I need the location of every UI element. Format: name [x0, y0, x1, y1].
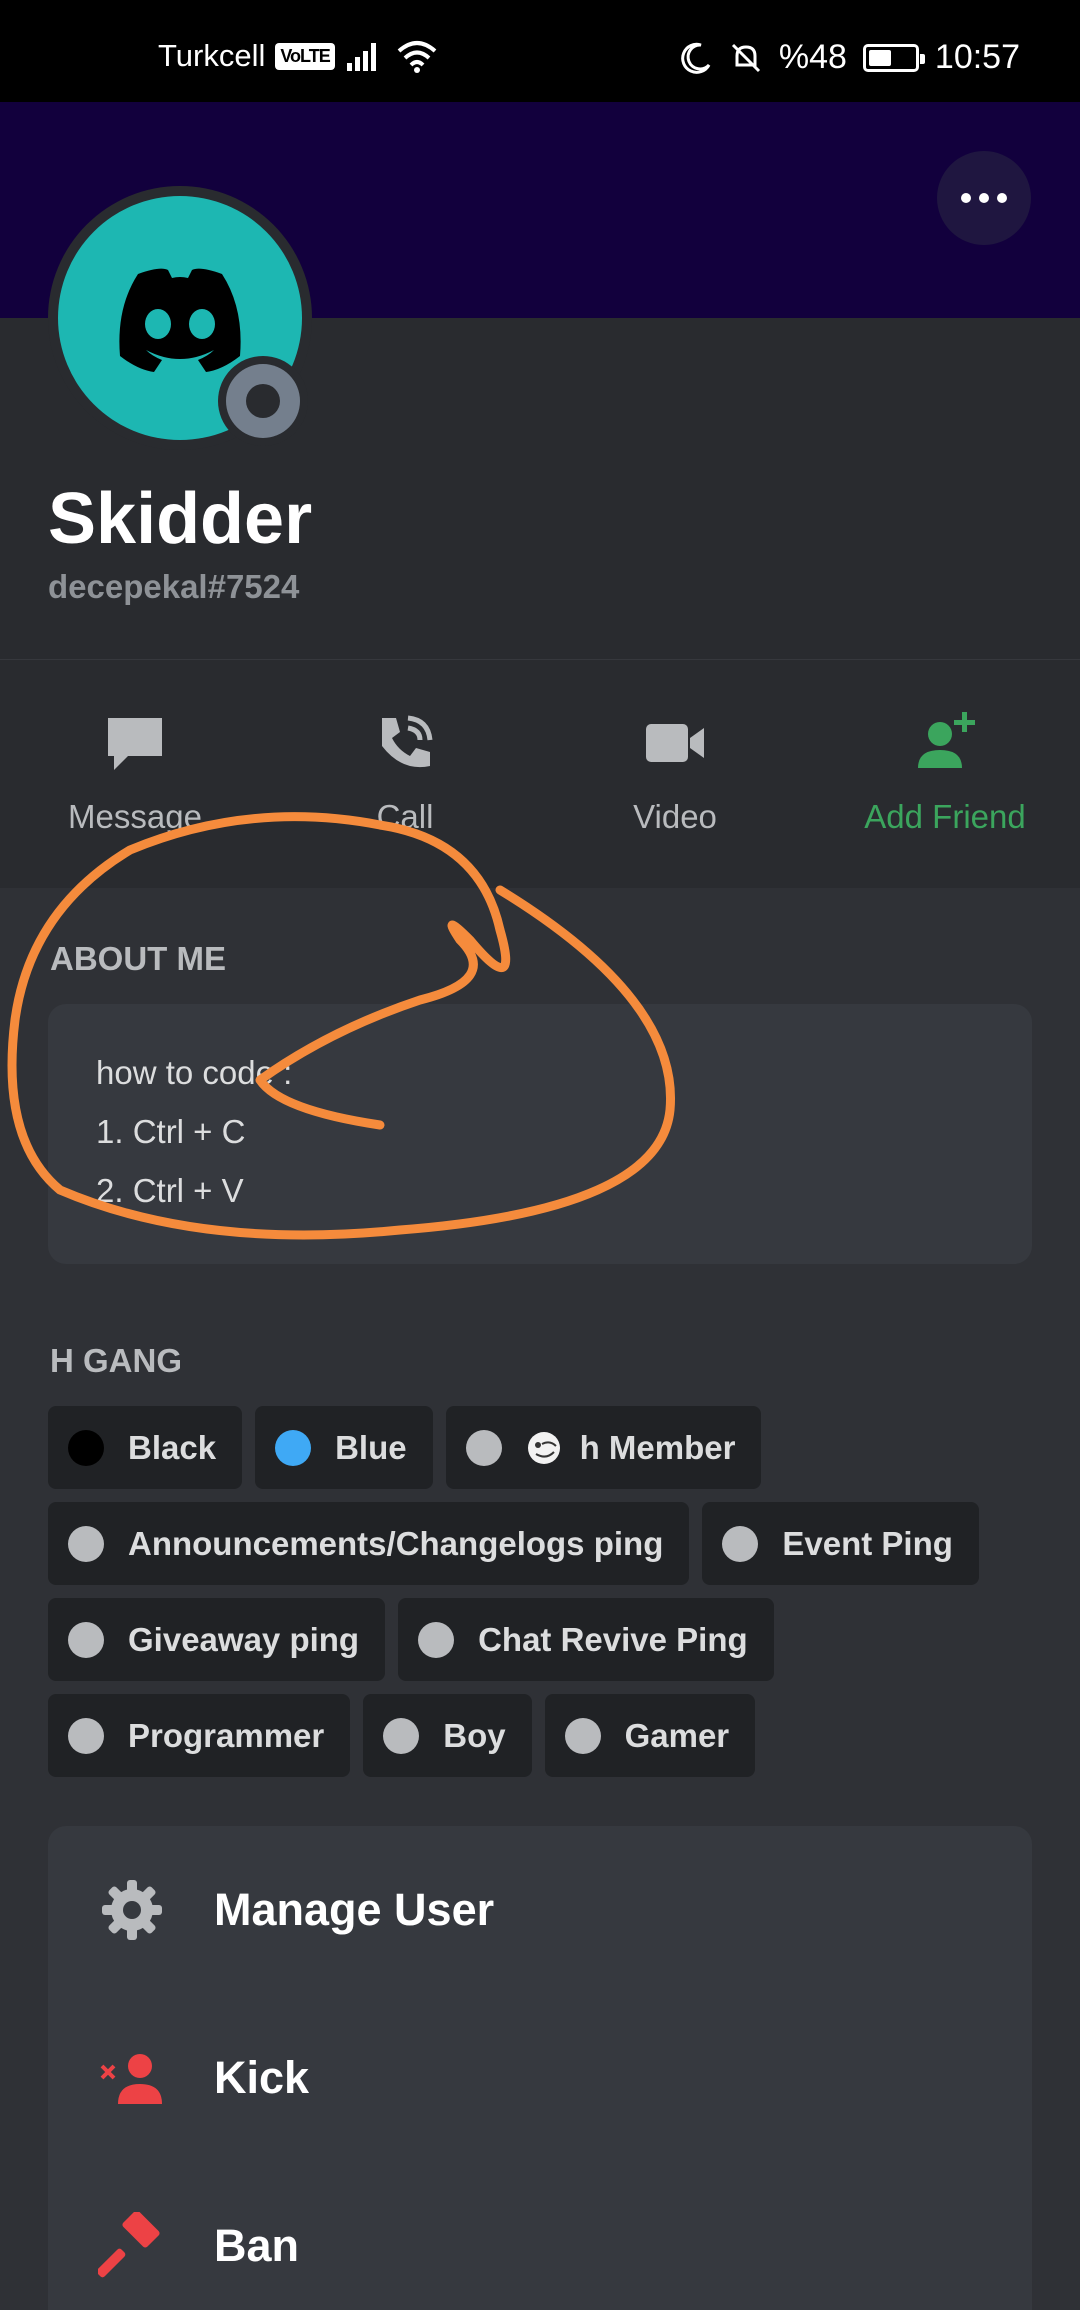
video-button[interactable]: Video: [540, 660, 810, 888]
offline-status-indicator: [218, 356, 308, 446]
status-bar: Turkcell VoLTE %48 10:57: [0, 0, 1080, 102]
role-label: Announcements/Changelogs ping: [128, 1524, 664, 1562]
ban-button[interactable]: Ban: [48, 2162, 1032, 2310]
manage-user-button[interactable]: Manage User: [48, 1826, 1032, 1994]
role-label: Black: [128, 1428, 217, 1466]
role-color-dot: [564, 1717, 601, 1754]
role-chip[interactable]: Event Ping: [702, 1502, 979, 1585]
video-icon: [646, 724, 704, 762]
battery-percent: %48: [778, 38, 847, 76]
role-label: Gamer: [624, 1716, 730, 1754]
role-label: Chat Revive Ping: [478, 1620, 748, 1658]
role-color-dot: [68, 1429, 104, 1466]
role-color-dot: [383, 1717, 420, 1754]
role-color-dot: [68, 1717, 104, 1754]
message-label: Message: [68, 798, 202, 835]
role-label: Event Ping: [782, 1524, 953, 1562]
role-label: Blue: [335, 1428, 407, 1466]
add-friend-button[interactable]: Add Friend: [810, 660, 1080, 888]
discord-logo-icon: [119, 268, 241, 372]
role-emoji-icon: [527, 1431, 560, 1464]
role-color-dot: [68, 1525, 104, 1562]
call-button[interactable]: Call: [270, 660, 540, 888]
kick-label: Kick: [214, 2052, 310, 2103]
about-me-box: how to code : 1. Ctrl + C 2. Ctrl + V: [48, 1004, 1032, 1264]
kick-icon: [100, 2054, 162, 2104]
more-dots-icon: [961, 193, 971, 203]
roles-list: Black Blue h Member Announcements/Change…: [48, 1406, 1038, 1790]
username: Skidder: [48, 479, 313, 559]
role-color-dot: [275, 1429, 312, 1466]
more-options-button[interactable]: [937, 151, 1031, 245]
role-chip[interactable]: Chat Revive Ping: [398, 1598, 774, 1681]
role-chip[interactable]: Black: [48, 1406, 243, 1489]
roles-heading: H GANG: [50, 1342, 182, 1379]
about-me-heading: ABOUT ME: [50, 940, 226, 977]
ban-label: Ban: [214, 2220, 300, 2271]
moderation-menu: Manage User Kick Ban: [48, 1826, 1032, 2310]
video-label: Video: [633, 798, 717, 835]
clock: 10:57: [934, 38, 1020, 76]
carrier-area: Turkcell VoLTE: [158, 38, 439, 74]
role-color-dot: [465, 1429, 502, 1466]
signal-icon: [346, 43, 376, 71]
battery-icon: [862, 43, 925, 72]
about-line: how to code :: [96, 1054, 293, 1091]
manage-user-label: Manage User: [214, 1884, 495, 1935]
role-chip[interactable]: Blue: [255, 1406, 433, 1489]
add-friend-label: Add Friend: [864, 798, 1026, 835]
message-icon: [108, 718, 162, 770]
user-tag: decepekal#7524: [48, 568, 300, 605]
gear-icon: [102, 1880, 162, 1940]
role-color-dot: [722, 1525, 759, 1562]
message-button[interactable]: Message: [0, 660, 270, 888]
role-label: Boy: [443, 1716, 506, 1754]
role-label: Giveaway ping: [128, 1620, 360, 1658]
role-chip[interactable]: Programmer: [48, 1694, 351, 1777]
role-chip[interactable]: Giveaway ping: [48, 1598, 386, 1681]
call-label: Call: [376, 798, 434, 835]
phone-icon: [382, 715, 433, 768]
role-chip[interactable]: Announcements/Changelogs ping: [48, 1502, 690, 1585]
wifi-icon: [397, 41, 437, 73]
role-color-dot: [418, 1621, 455, 1658]
profile-actions: Message Call Video Add Friend: [0, 660, 1080, 888]
moon-icon: [681, 42, 711, 74]
role-label: Programmer: [128, 1716, 325, 1754]
role-chip[interactable]: Boy: [363, 1694, 532, 1777]
about-line: 1. Ctrl + C: [96, 1113, 246, 1150]
ban-hammer-icon: [98, 2212, 160, 2278]
kick-button[interactable]: Kick: [48, 1994, 1032, 2162]
role-chip[interactable]: h Member: [445, 1406, 762, 1489]
role-color-dot: [68, 1621, 104, 1658]
volte-badge: VoLTE: [275, 42, 335, 70]
role-label: h Member: [579, 1428, 736, 1466]
about-line: 2. Ctrl + V: [96, 1172, 244, 1209]
system-status-area: %48 10:57: [679, 38, 1020, 77]
muted-bell-icon: [731, 43, 760, 72]
add-friend-icon: [918, 712, 975, 768]
carrier-name: Turkcell: [158, 38, 266, 73]
role-chip[interactable]: Gamer: [544, 1694, 756, 1777]
